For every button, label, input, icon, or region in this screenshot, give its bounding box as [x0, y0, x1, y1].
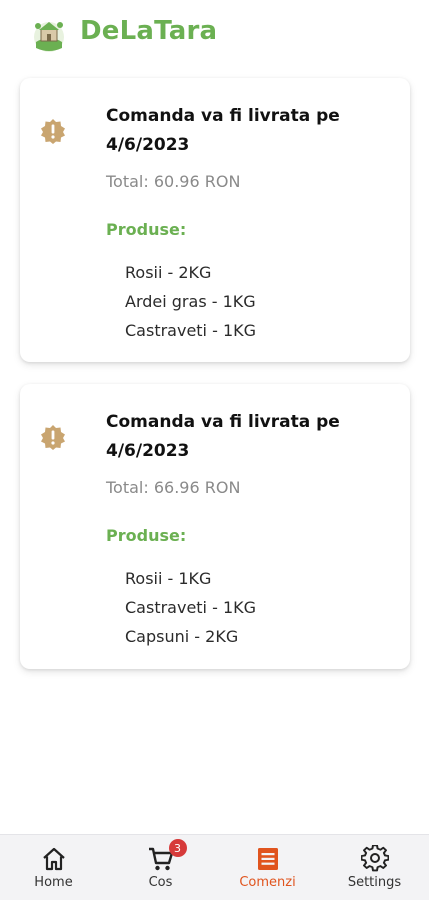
nav-label: Comenzi [239, 875, 296, 890]
cart-count-badge: 3 [168, 839, 187, 857]
home-icon [42, 847, 65, 871]
nav-item-orders[interactable]: Comenzi [214, 835, 321, 900]
bottom-nav: Home 3 Cos Comenzi Settings [0, 834, 429, 900]
nav-item-home[interactable]: Home [0, 835, 107, 900]
order-total: Total: 66.96 RON [106, 478, 241, 497]
nav-label: Cos [148, 875, 173, 890]
order-card: Comanda va fi livrata pe 4/6/2023 Total:… [20, 78, 410, 362]
products-label: Produse: [106, 220, 187, 239]
app-header: DeLaTara [0, 0, 429, 72]
list-item: Ardei gras - 1KG [125, 292, 256, 311]
nav-item-settings[interactable]: Settings [321, 835, 428, 900]
nav-item-cart[interactable]: 3 Cos [107, 835, 214, 900]
farm-logo-icon [34, 22, 64, 52]
list-item: Rosii - 2KG [125, 263, 212, 282]
nav-label: Home [34, 875, 73, 890]
warning-badge-icon [41, 425, 65, 450]
warning-badge-icon [41, 119, 65, 144]
list-item: Rosii - 1KG [125, 569, 212, 588]
order-total: Total: 60.96 RON [106, 172, 241, 191]
list-item: Capsuni - 2KG [125, 627, 239, 646]
product-list: Rosii - 1KG Castraveti - 1KG Capsuni - 2… [125, 564, 256, 651]
list-item: Castraveti - 1KG [125, 321, 257, 340]
order-card: Comanda va fi livrata pe 4/6/2023 Total:… [20, 384, 410, 669]
orders-icon [257, 848, 278, 870]
cart-icon-wrap: 3 [147, 839, 187, 873]
app-title: DeLaTara [80, 16, 218, 46]
delivery-date-title: Comanda va fi livrata pe 4/6/2023 [106, 106, 340, 155]
list-item: Castraveti - 1KG [125, 598, 257, 617]
gear-icon [360, 845, 389, 872]
products-label: Produse: [106, 526, 187, 545]
nav-label: Settings [347, 875, 402, 890]
product-list: Rosii - 2KG Ardei gras - 1KG Castraveti … [125, 258, 256, 345]
delivery-date-title: Comanda va fi livrata pe 4/6/2023 [106, 412, 340, 461]
